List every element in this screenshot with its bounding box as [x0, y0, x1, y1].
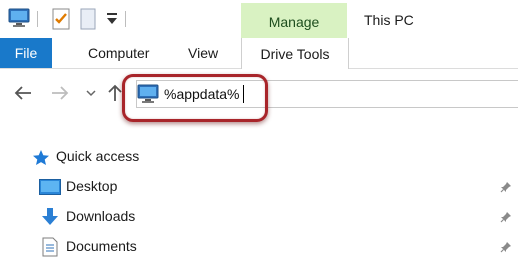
pin-icon[interactable] [500, 210, 512, 226]
nav-item-label: Quick access [56, 148, 140, 164]
nav-item-quick-access[interactable]: Quick access [0, 144, 518, 170]
document-icon [42, 237, 58, 260]
tab-computer[interactable]: Computer [88, 38, 149, 68]
toolbar-divider [125, 11, 126, 27]
desktop-folder-icon [39, 179, 61, 198]
toolbar-divider [37, 11, 38, 27]
address-highlight-annotation [122, 74, 268, 122]
nav-item-label: Desktop [66, 178, 118, 194]
chevron-down-icon[interactable] [80, 82, 102, 104]
properties-checklist-icon[interactable] [52, 8, 70, 33]
pin-icon[interactable] [500, 240, 512, 256]
nav-item-documents[interactable]: Documents [0, 234, 518, 260]
nav-item-desktop[interactable]: Desktop [0, 174, 518, 200]
arrow-right-icon[interactable] [49, 82, 71, 104]
customize-dropdown-icon[interactable] [106, 12, 118, 29]
computer-icon[interactable] [8, 8, 30, 31]
download-arrow-icon [40, 207, 60, 230]
new-folder-icon[interactable] [80, 8, 96, 33]
pin-icon[interactable] [500, 180, 512, 196]
nav-item-label: Documents [66, 238, 137, 254]
nav-item-downloads[interactable]: Downloads [0, 204, 518, 230]
manage-context-label: Manage [268, 14, 320, 30]
window-title: This PC [364, 12, 414, 28]
nav-item-label: Downloads [66, 208, 136, 224]
tab-view[interactable]: View [188, 38, 218, 68]
tab-file[interactable]: File [0, 38, 52, 68]
star-icon [32, 149, 50, 169]
tab-drive-tools[interactable]: Drive Tools [241, 38, 349, 69]
arrow-left-icon[interactable] [12, 82, 34, 104]
